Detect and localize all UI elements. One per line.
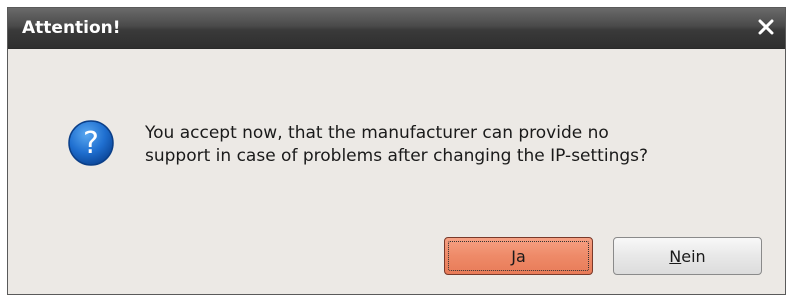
no-button-label: Nein — [669, 247, 705, 266]
no-button[interactable]: Nein — [613, 237, 762, 275]
svg-text:?: ? — [83, 126, 99, 161]
yes-label-rest: a — [515, 246, 526, 266]
dialog-window: Attention! ? You accept now, that the ma… — [7, 7, 786, 295]
no-mnemonic: N — [669, 246, 682, 266]
no-label-rest: ein — [681, 246, 706, 266]
question-icon: ? — [67, 119, 115, 167]
title-bar[interactable]: Attention! — [8, 8, 785, 49]
close-icon — [753, 14, 779, 40]
dialog-title: Attention! — [22, 18, 121, 38]
yes-button[interactable]: Ja — [444, 237, 593, 275]
dialog-message: You accept now, that the manufacturer ca… — [145, 123, 649, 166]
dialog-body: ? You accept now, that the manufacturer … — [8, 49, 785, 294]
yes-button-label: Ja — [511, 247, 526, 266]
close-button[interactable] — [753, 14, 779, 40]
